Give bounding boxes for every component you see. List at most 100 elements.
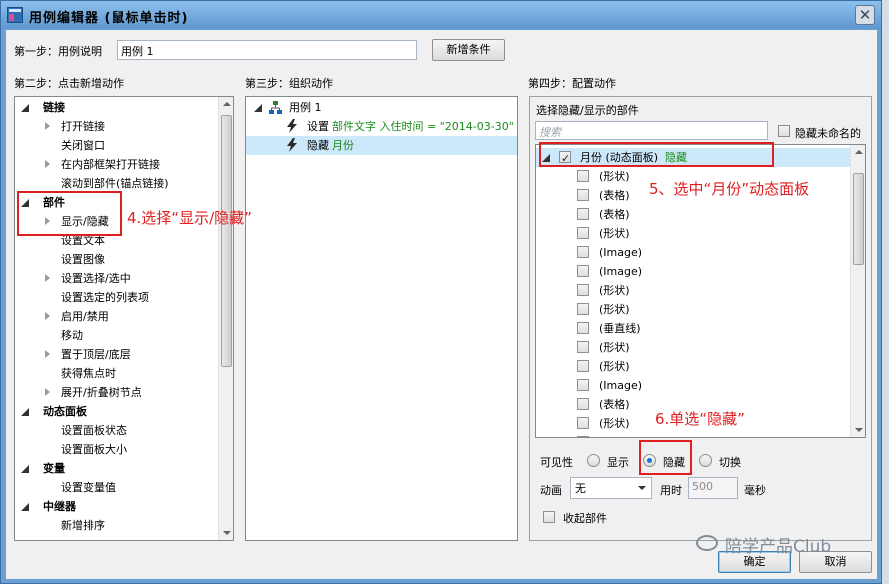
widget-label: (垂直线)	[599, 322, 641, 335]
expand-arrow-icon[interactable]	[45, 312, 50, 320]
annotation-step4: 4.选择“显示/隐藏”	[127, 209, 252, 227]
widget-label: (形状)	[599, 170, 630, 183]
collapse-arrow-icon[interactable]	[254, 104, 262, 112]
action-tree-scrollbar[interactable]	[218, 97, 233, 540]
widget-label: (形状)	[599, 360, 630, 373]
action-detail: 部件文字 入住时间 = "2014-03-30"	[332, 120, 514, 133]
dialog-body: 第一步：用例说明 用例 1 新增条件 第二步：点击新增动作 第三步：组织动作 第…	[6, 30, 877, 579]
close-button[interactable]: ✕	[855, 5, 875, 25]
widget-checkbox[interactable]	[577, 379, 589, 391]
action-row-hide[interactable]: 隐藏 月份	[246, 136, 517, 155]
widget-checkbox[interactable]	[577, 265, 589, 277]
scroll-up-arrow-icon[interactable]	[223, 102, 231, 106]
radio-show[interactable]	[587, 454, 600, 467]
collapse-arrow-icon[interactable]	[21, 503, 29, 511]
expand-arrow-icon[interactable]	[45, 388, 50, 396]
animation-label: 动画	[540, 484, 562, 497]
expand-arrow-icon[interactable]	[45, 274, 50, 282]
title-bar[interactable]: 用例编辑器 (鼠标单击时) ✕	[1, 1, 881, 29]
action-item-label: 设置图像	[61, 253, 105, 266]
animation-value: 无	[575, 482, 586, 495]
select-widgets-label: 选择隐藏/显示的部件	[536, 104, 639, 117]
wechat-logo-icon	[696, 535, 718, 551]
use-case-description-input[interactable]: 用例 1	[117, 40, 417, 60]
widget-label: (表格)	[599, 398, 630, 411]
widget-label: (Image)	[599, 379, 643, 392]
action-item-label: 设置选择/选中	[61, 272, 131, 285]
watermark-text: 陪学产品Club	[725, 537, 832, 557]
annotation-box-month-panel	[539, 142, 774, 167]
action-item-label: 置于顶层/底层	[61, 348, 131, 361]
action-tree-panel: 链接 打开链接 关闭窗口 在内部框架打开链接 滚动到部件(锚点链接) 部件 显示/隐藏 设置文…	[14, 96, 234, 541]
action-item-label: 移动	[61, 329, 83, 342]
expand-arrow-icon[interactable]	[45, 160, 50, 168]
organize-actions-panel: 用例 1 设置 部件文字 入住时间 = "2014-03-30" 隐藏 月份	[245, 96, 518, 541]
step4-label: 第四步：配置动作	[528, 77, 616, 90]
visibility-label: 可见性	[540, 456, 573, 469]
scroll-down-arrow-icon[interactable]	[223, 531, 231, 535]
step1-label: 第一步：用例说明	[14, 45, 102, 58]
action-item-label: 设置选定的列表项	[61, 291, 149, 304]
widget-checkbox[interactable]	[577, 227, 589, 239]
action-verb: 设置	[307, 120, 329, 133]
widget-checkbox[interactable]	[577, 170, 589, 182]
collapse-arrow-icon[interactable]	[21, 465, 29, 473]
widget-search-input[interactable]: 搜索	[535, 121, 768, 140]
duration-label: 用时	[660, 484, 682, 497]
window-title: 用例编辑器 (鼠标单击时)	[29, 11, 189, 26]
widget-label: (形状)	[599, 284, 630, 297]
action-verb: 隐藏	[307, 139, 329, 152]
scroll-thumb[interactable]	[853, 173, 864, 265]
chevron-down-icon	[638, 486, 646, 490]
add-condition-button[interactable]: 新增条件	[432, 39, 505, 61]
scroll-thumb[interactable]	[221, 115, 232, 367]
widget-checkbox[interactable]	[577, 417, 589, 429]
action-item-label: 设置面板大小	[61, 443, 127, 456]
widget-label: (Image)	[599, 246, 643, 259]
case-tree-icon	[269, 101, 282, 114]
action-group-label: 链接	[43, 101, 65, 114]
step3-label: 第三步：组织动作	[245, 77, 333, 90]
widget-checkbox[interactable]	[577, 303, 589, 315]
widget-checkbox[interactable]	[577, 360, 589, 372]
expand-arrow-icon[interactable]	[45, 350, 50, 358]
action-item-label: 关闭窗口	[61, 139, 105, 152]
collapse-arrow-icon[interactable]	[21, 408, 29, 416]
annotation-box-show-hide	[17, 191, 122, 236]
widget-list-scrollbar[interactable]	[850, 145, 865, 437]
collapse-widgets-checkbox[interactable]	[543, 511, 555, 523]
widget-checkbox[interactable]	[577, 436, 589, 437]
widget-label: (Image)	[599, 265, 643, 278]
widget-checkbox[interactable]	[577, 398, 589, 410]
widget-checkbox[interactable]	[577, 341, 589, 353]
step2-label: 第二步：点击新增动作	[14, 77, 124, 90]
widget-checkbox[interactable]	[577, 189, 589, 201]
widget-label: (形状)	[599, 341, 630, 354]
case-name: 用例 1	[289, 101, 322, 114]
widget-checkbox[interactable]	[577, 208, 589, 220]
widget-checkbox[interactable]	[577, 246, 589, 258]
animation-select[interactable]: 无	[570, 477, 652, 499]
duration-unit: 毫秒	[744, 484, 766, 497]
widget-label: (形状)	[599, 417, 630, 430]
action-row-set-text[interactable]: 设置 部件文字 入住时间 = "2014-03-30"	[246, 117, 517, 136]
duration-input[interactable]: 500	[688, 477, 738, 499]
widget-checkbox[interactable]	[577, 284, 589, 296]
lightning-icon	[287, 119, 297, 133]
annotation-box-hide-radio	[639, 440, 692, 475]
radio-toggle[interactable]	[699, 454, 712, 467]
action-group-label: 中继器	[43, 500, 76, 513]
action-detail: 月份	[332, 139, 354, 152]
action-item-label: 新增排序	[61, 519, 105, 532]
scroll-up-arrow-icon[interactable]	[855, 150, 863, 154]
lightning-icon	[287, 138, 297, 152]
widget-checkbox[interactable]	[577, 322, 589, 334]
collapse-arrow-icon[interactable]	[21, 104, 29, 112]
annotation-step5: 5、选中“月份”动态面板	[649, 180, 810, 198]
hide-unnamed-checkbox[interactable]	[778, 125, 790, 137]
expand-arrow-icon[interactable]	[45, 122, 50, 130]
widget-label: (形状)	[599, 303, 630, 316]
scroll-down-arrow-icon[interactable]	[855, 428, 863, 432]
action-item-label: 设置变量值	[61, 481, 116, 494]
widget-label: (表格)	[599, 208, 630, 221]
